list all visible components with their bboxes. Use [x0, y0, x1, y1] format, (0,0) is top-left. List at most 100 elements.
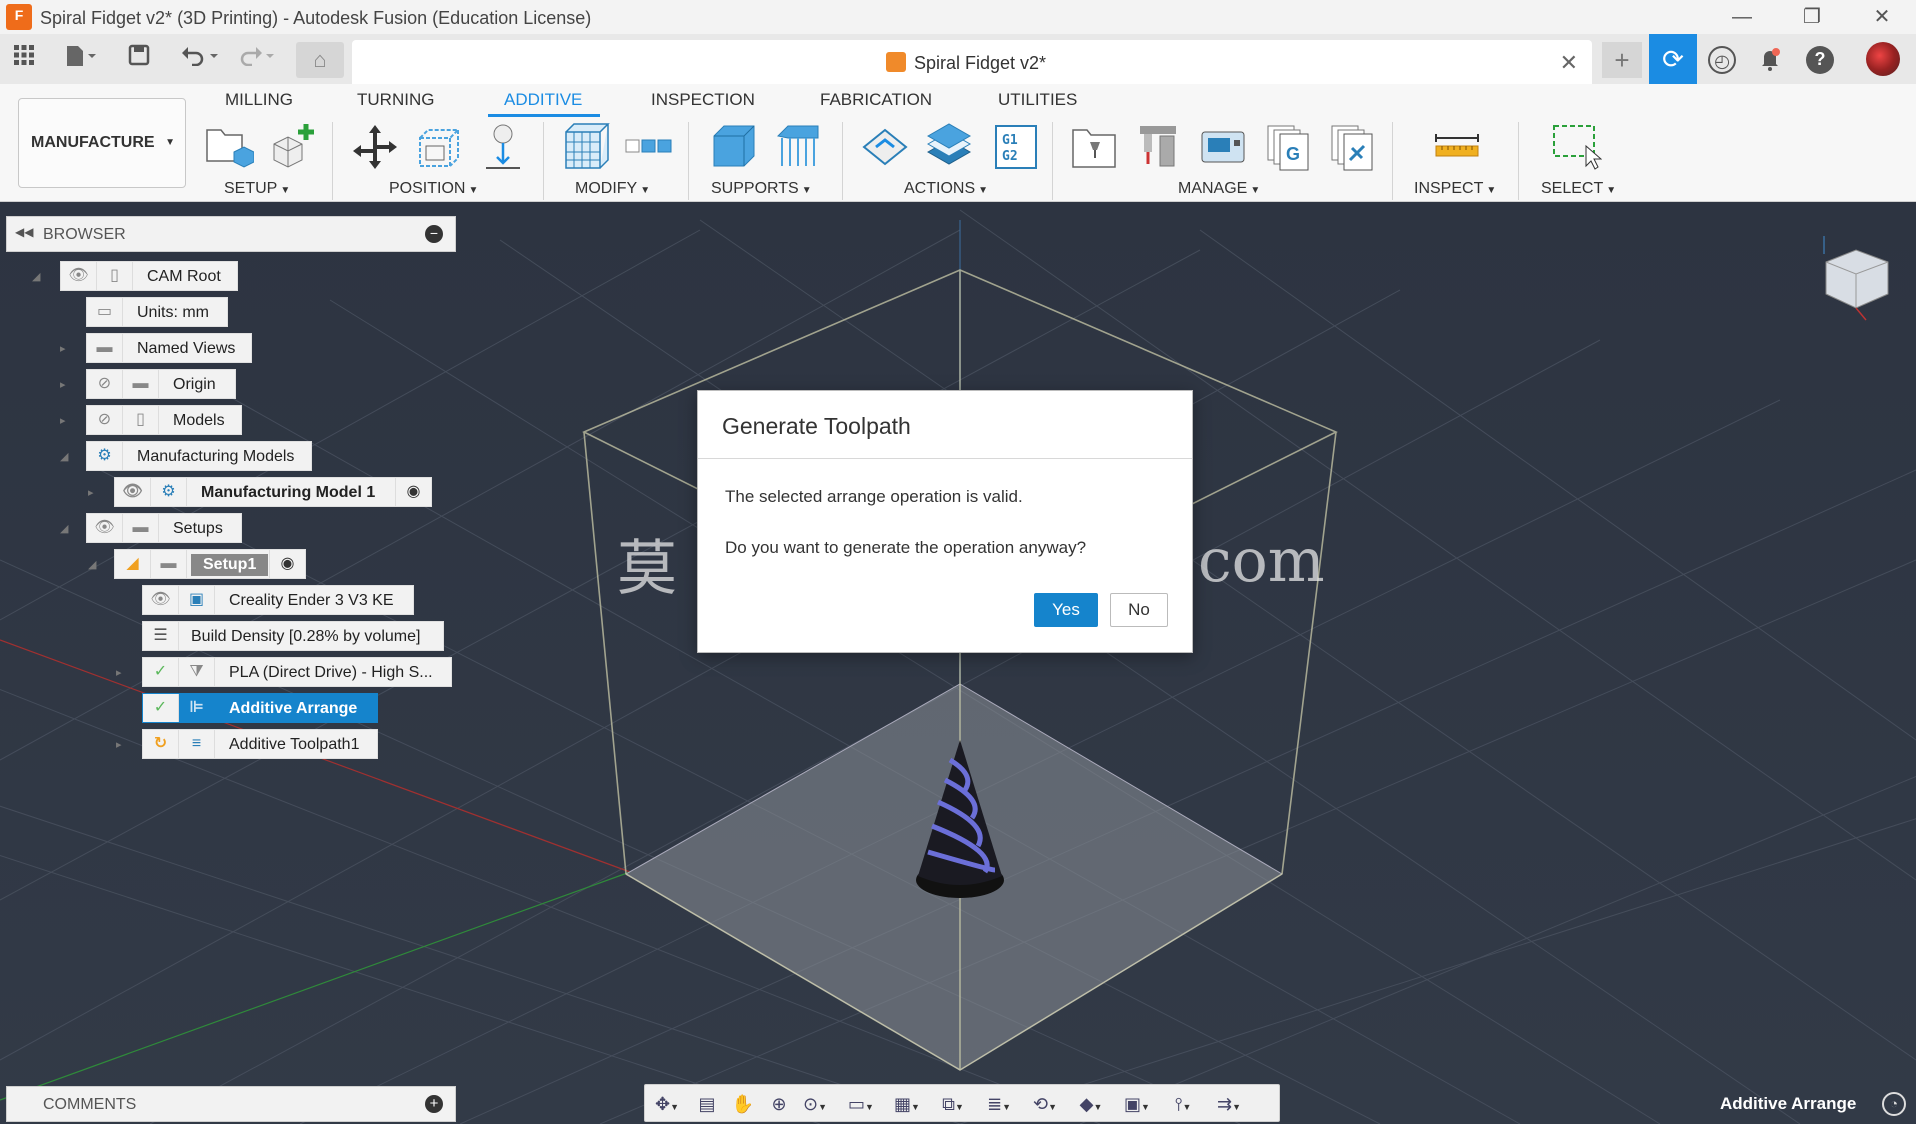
status-indicator-icon[interactable]: ◔: [1882, 1092, 1906, 1116]
move-arrows-icon[interactable]: [350, 122, 400, 172]
expand-toggle-icon[interactable]: ▸: [116, 666, 122, 679]
visibility-eye-icon[interactable]: 👁: [115, 478, 151, 506]
undo-icon[interactable]: [178, 44, 222, 74]
data-panel-grid-icon[interactable]: [10, 44, 38, 74]
zoom-icon[interactable]: ⊕: [761, 1091, 797, 1117]
expand-toggle-icon[interactable]: ▸: [116, 738, 122, 751]
bar-support-icon[interactable]: [774, 122, 824, 172]
machine-library-icon[interactable]: [1134, 122, 1184, 172]
save-icon[interactable]: [126, 44, 152, 74]
post-library-icon[interactable]: G: [1264, 122, 1314, 172]
tab-milling[interactable]: MILLING: [225, 90, 293, 110]
expand-toggle-icon[interactable]: ◢: [32, 270, 40, 283]
tree-node-build-density[interactable]: ☰ Build Density [0.28% by volume]: [142, 621, 444, 651]
solid-support-icon[interactable]: [710, 122, 760, 172]
no-button[interactable]: No: [1110, 593, 1168, 627]
workspace-switcher[interactable]: MANUFACTURE ▼: [18, 98, 186, 188]
notifications-bell-icon[interactable]: [1756, 46, 1784, 74]
job-status-clock-icon[interactable]: ◴: [1708, 46, 1736, 74]
tree-node-manufacturing-models[interactable]: ⚙ Manufacturing Models: [86, 441, 312, 471]
group-supports[interactable]: SUPPORTS ▼: [711, 180, 812, 198]
group-manage[interactable]: MANAGE ▼: [1178, 180, 1260, 198]
sync-icon[interactable]: ⟳: [1649, 34, 1697, 84]
group-select[interactable]: SELECT ▼: [1541, 180, 1616, 198]
tab-additive[interactable]: ADDITIVE: [504, 90, 582, 110]
restore-button[interactable]: ❐: [1792, 4, 1832, 30]
layers-generate-icon[interactable]: [924, 122, 974, 172]
new-setup-folder-icon[interactable]: [204, 122, 255, 172]
tab-fabrication[interactable]: FABRICATION: [820, 90, 932, 110]
expand-toggle-icon[interactable]: ◢: [60, 450, 68, 463]
minimize-button[interactable]: —: [1722, 4, 1762, 30]
browser-panel-header[interactable]: ◀◀ BROWSER −: [6, 216, 456, 252]
close-tab-button[interactable]: ✕: [1560, 50, 1578, 76]
tab-inspection[interactable]: INSPECTION: [651, 90, 755, 110]
expand-toggle-icon[interactable]: ▸: [88, 486, 94, 499]
expand-toggle-icon[interactable]: ▸: [60, 342, 66, 355]
tree-node-setups[interactable]: 👁 ▬ Setups: [86, 513, 242, 543]
tab-turning[interactable]: TURNING: [357, 90, 434, 110]
group-inspect[interactable]: INSPECT ▼: [1414, 180, 1496, 198]
hidden-eye-icon[interactable]: ⊘: [87, 370, 123, 398]
visibility-eye-icon[interactable]: 👁: [143, 586, 179, 614]
look-at-icon[interactable]: ▤: [689, 1091, 725, 1117]
group-actions[interactable]: ACTIONS ▼: [904, 180, 988, 198]
group-setup[interactable]: SETUP ▼: [224, 180, 290, 198]
expand-toggle-icon[interactable]: ▸: [60, 414, 66, 427]
window-select-icon[interactable]: [1552, 122, 1603, 172]
redo-icon[interactable]: [234, 44, 278, 74]
tool-display-icon[interactable]: ⫯▼: [1165, 1091, 1201, 1117]
layers-display-icon[interactable]: ≣▼: [981, 1091, 1017, 1117]
rotate-view-icon[interactable]: ⟲▼: [1027, 1091, 1063, 1117]
arrange-grid-icon[interactable]: [560, 122, 610, 172]
toolpath-display-icon[interactable]: ⇉▼: [1211, 1091, 1247, 1117]
document-tab[interactable]: Spiral Fidget v2* ✕: [352, 40, 1592, 84]
grid-settings-icon[interactable]: ▦▼: [889, 1091, 925, 1117]
visibility-eye-icon[interactable]: 👁: [61, 262, 97, 290]
tree-node-models[interactable]: ⊘ ▯ Models: [86, 405, 242, 435]
simulate-icon[interactable]: [860, 122, 910, 172]
new-tab-button[interactable]: +: [1602, 42, 1642, 78]
activate-radio-icon[interactable]: ◉: [395, 478, 431, 506]
expand-toggle-icon[interactable]: ◢: [88, 558, 96, 571]
file-menu-icon[interactable]: [60, 44, 100, 74]
tree-node-setup1[interactable]: ◢ ▬ Setup1 ◉: [114, 549, 306, 579]
pan-hand-icon[interactable]: ✋: [725, 1091, 761, 1117]
add-comment-icon[interactable]: +: [425, 1095, 443, 1113]
viewports-icon[interactable]: ⧉▼: [935, 1091, 971, 1117]
tab-utilities[interactable]: UTILITIES: [998, 90, 1077, 110]
activate-radio-icon[interactable]: ◉: [269, 550, 305, 578]
template-library-icon[interactable]: [1328, 122, 1378, 172]
minimize-panel-icon[interactable]: −: [425, 225, 443, 243]
user-avatar[interactable]: [1866, 42, 1900, 76]
new-setup-plus-icon[interactable]: [270, 122, 320, 172]
tree-node-named-views[interactable]: ▬ Named Views: [86, 333, 252, 363]
tree-node-print-setting[interactable]: ✓ ⧩ PLA (Direct Drive) - High S...: [142, 657, 452, 687]
tree-node-manufacturing-model-1[interactable]: 👁 ⚙ Manufacturing Model 1 ◉: [114, 477, 432, 507]
comments-panel[interactable]: COMMENTS +: [6, 1086, 456, 1122]
position-box-icon[interactable]: [414, 122, 464, 172]
tree-node-cam-root[interactable]: 👁 ▯ CAM Root: [60, 261, 238, 291]
tree-node-units[interactable]: ▭ Units: mm: [86, 297, 228, 327]
pattern-icon[interactable]: [624, 122, 674, 172]
printer-icon[interactable]: [1198, 122, 1248, 172]
display-settings-icon[interactable]: ▭▼: [843, 1091, 879, 1117]
expand-toggle-icon[interactable]: ◢: [60, 522, 68, 535]
group-modify[interactable]: MODIFY ▼: [575, 180, 650, 198]
home-icon[interactable]: ⌂: [296, 42, 344, 78]
tree-node-origin[interactable]: ⊘ ▬ Origin: [86, 369, 236, 399]
group-position[interactable]: POSITION ▼: [389, 180, 478, 198]
yes-button[interactable]: Yes: [1034, 593, 1098, 627]
tool-library-icon[interactable]: [1070, 122, 1120, 172]
visual-style-icon[interactable]: ◆▼: [1073, 1091, 1109, 1117]
machine-display-icon[interactable]: ▣▼: [1119, 1091, 1155, 1117]
fit-zoom-icon[interactable]: ⊙▼: [797, 1091, 833, 1117]
close-window-button[interactable]: ✕: [1862, 4, 1902, 30]
visibility-eye-icon[interactable]: 👁: [87, 514, 123, 542]
orbit-move-icon[interactable]: ✥▼: [649, 1091, 685, 1117]
tree-node-machine[interactable]: 👁 ▣ Creality Ender 3 V3 KE: [142, 585, 414, 615]
post-process-gcode-icon[interactable]: G1 G2: [992, 122, 1042, 172]
hidden-eye-icon[interactable]: ⊘: [87, 406, 123, 434]
help-icon[interactable]: ?: [1806, 46, 1834, 74]
expand-toggle-icon[interactable]: ▸: [60, 378, 66, 391]
